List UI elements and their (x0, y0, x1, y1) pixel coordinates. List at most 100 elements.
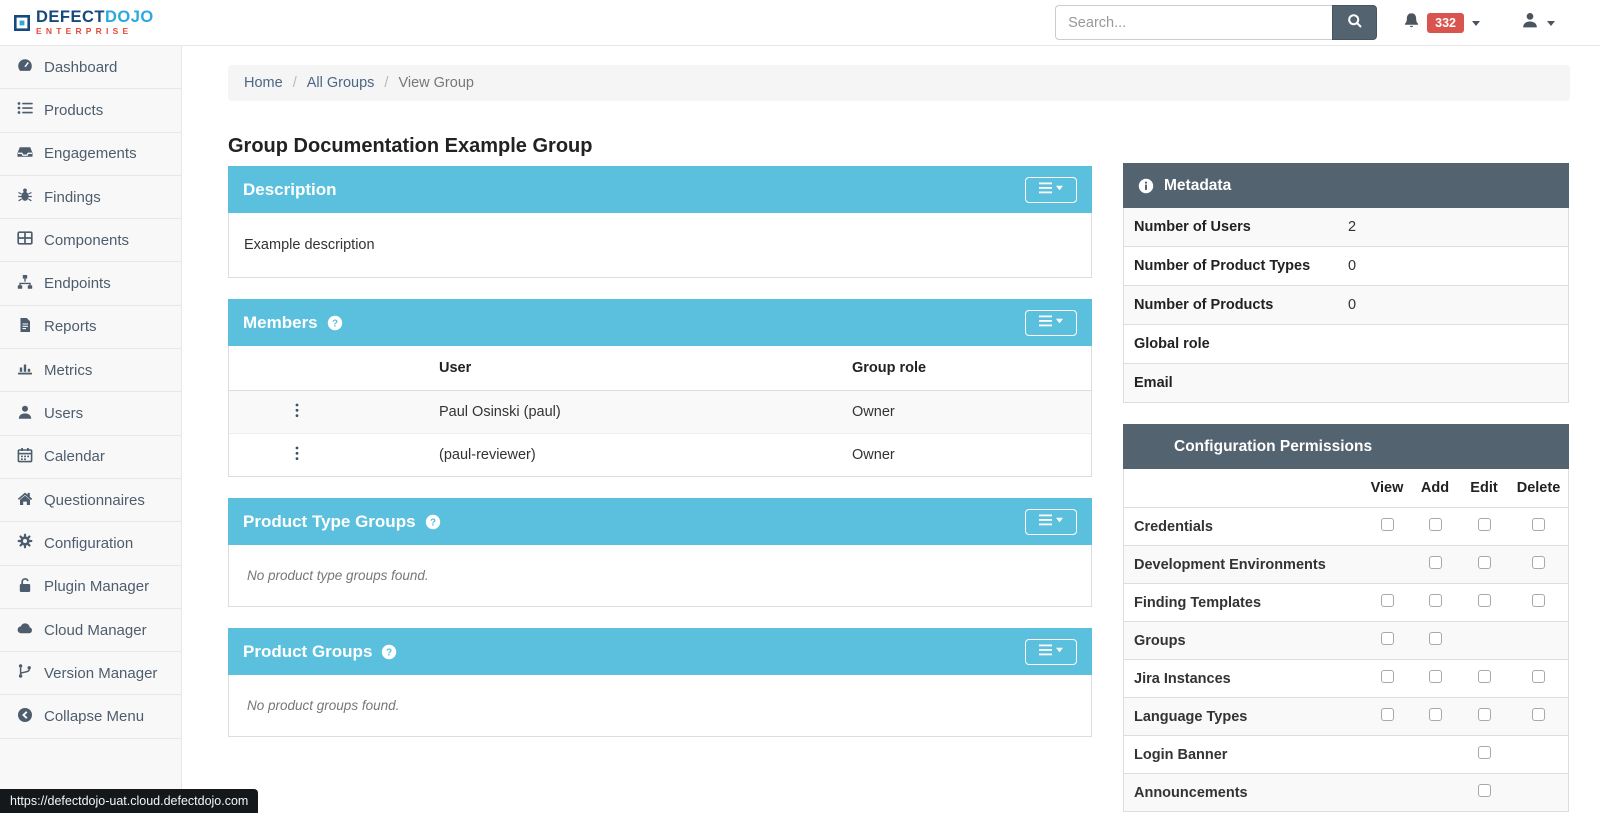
notifications-dropdown[interactable]: 332 (1403, 12, 1481, 34)
description-body: Example description (228, 213, 1092, 278)
table-row: Credentials (1124, 508, 1568, 546)
permission-cell (1363, 622, 1411, 660)
metadata-value (1342, 364, 1568, 403)
permission-cell (1459, 546, 1509, 584)
panel-menu-button[interactable] (1025, 509, 1077, 535)
permission-cell (1509, 622, 1568, 660)
brand-logo[interactable]: DEFECTDOJO ENTERPRISE (14, 10, 154, 36)
metadata-value: 2 (1342, 208, 1568, 247)
top-navbar: DEFECTDOJO ENTERPRISE 332 (0, 0, 1600, 46)
gear-icon (17, 533, 33, 553)
row-actions-menu[interactable] (289, 444, 305, 466)
permission-checkbox[interactable] (1429, 708, 1442, 721)
permission-checkbox[interactable] (1429, 556, 1442, 569)
sidebar-item-cloud-manager[interactable]: Cloud Manager (0, 609, 181, 652)
user-icon (1521, 11, 1539, 34)
sidebar-item-calendar[interactable]: Calendar (0, 436, 181, 479)
breadcrumb-all-groups[interactable]: All Groups (307, 75, 375, 91)
panel-title: Product Groups (243, 642, 372, 662)
permission-cell (1459, 774, 1509, 812)
permission-checkbox[interactable] (1478, 708, 1491, 721)
sidebar-item-engagements[interactable]: Engagements (0, 133, 181, 176)
permission-checkbox[interactable] (1381, 708, 1394, 721)
hamburger-caret-icon (1039, 514, 1064, 529)
permission-checkbox[interactable] (1381, 518, 1394, 531)
member-role: Owner (844, 391, 1091, 434)
user-menu-dropdown[interactable] (1521, 11, 1556, 34)
bell-icon (1403, 12, 1420, 34)
permission-cell (1411, 508, 1459, 546)
permission-cell (1363, 546, 1411, 584)
permission-checkbox[interactable] (1478, 518, 1491, 531)
sidebar-item-configuration[interactable]: Configuration (0, 522, 181, 565)
help-icon[interactable]: ? (327, 315, 343, 331)
panel-title: Members (243, 313, 318, 333)
members-panel: Members ? User (228, 299, 1092, 477)
permission-checkbox[interactable] (1381, 670, 1394, 683)
configuration-permissions-panel: Configuration Permissions View Add Edit (1123, 424, 1569, 812)
panel-menu-button[interactable] (1025, 177, 1077, 203)
sidebar-item-questionnaires[interactable]: Questionnaires (0, 479, 181, 522)
breadcrumb-current: View Group (398, 75, 474, 91)
search-input[interactable] (1055, 5, 1332, 40)
list-icon (17, 100, 33, 120)
permission-checkbox[interactable] (1478, 670, 1491, 683)
permission-checkbox[interactable] (1381, 594, 1394, 607)
permission-checkbox[interactable] (1532, 556, 1545, 569)
permission-checkbox[interactable] (1381, 632, 1394, 645)
permission-cell (1411, 622, 1459, 660)
sidebar-item-version-manager[interactable]: Version Manager (0, 652, 181, 695)
sidebar-item-metrics[interactable]: Metrics (0, 349, 181, 392)
perm-col-view: View (1363, 469, 1411, 508)
permission-cell (1509, 698, 1568, 736)
panel-menu-button[interactable] (1025, 310, 1077, 336)
sidebar-item-products[interactable]: Products (0, 89, 181, 132)
member-user: (paul-reviewer) (364, 434, 844, 477)
permission-checkbox[interactable] (1429, 670, 1442, 683)
file-icon (17, 317, 33, 337)
permission-checkbox[interactable] (1478, 746, 1491, 759)
table-row: Language Types (1124, 698, 1568, 736)
breadcrumb-separator: / (293, 75, 297, 91)
sidebar-item-reports[interactable]: Reports (0, 306, 181, 349)
svg-text:?: ? (386, 647, 392, 658)
permission-cell (1363, 774, 1411, 812)
sidebar-item-components[interactable]: Components (0, 219, 181, 262)
permission-checkbox[interactable] (1478, 556, 1491, 569)
sidebar-item-endpoints[interactable]: Endpoints (0, 262, 181, 305)
sitemap-icon (17, 274, 33, 294)
permission-checkbox[interactable] (1429, 594, 1442, 607)
sidebar-item-dashboard[interactable]: Dashboard (0, 46, 181, 89)
cloud-icon (17, 620, 33, 640)
hamburger-caret-icon (1039, 644, 1064, 659)
panel-menu-button[interactable] (1025, 639, 1077, 665)
sidebar-item-findings[interactable]: Findings (0, 176, 181, 219)
permission-checkbox[interactable] (1532, 518, 1545, 531)
permission-cell (1459, 736, 1509, 774)
members-col-role: Group role (844, 346, 1091, 391)
grid-icon (17, 230, 33, 250)
members-table: User Group role Paul Osinski (paul) Owne… (229, 346, 1091, 476)
panel-title: Metadata (1164, 177, 1231, 195)
permission-cell (1363, 584, 1411, 622)
description-panel: Description Example description (228, 166, 1092, 278)
help-icon[interactable]: ? (425, 514, 441, 530)
permission-checkbox[interactable] (1478, 784, 1491, 797)
table-row: Global role (1124, 325, 1568, 364)
permission-checkbox[interactable] (1532, 670, 1545, 683)
ellipsis-v-icon (295, 403, 299, 421)
permission-checkbox[interactable] (1429, 632, 1442, 645)
row-actions-menu[interactable] (289, 401, 305, 423)
sidebar-item-collapse-menu[interactable]: Collapse Menu (0, 695, 181, 738)
sidebar-item-plugin-manager[interactable]: Plugin Manager (0, 566, 181, 609)
help-icon[interactable]: ? (381, 644, 397, 660)
permission-checkbox[interactable] (1429, 518, 1442, 531)
table-row: Email (1124, 364, 1568, 403)
metadata-value: 0 (1342, 247, 1568, 286)
search-button[interactable] (1332, 5, 1377, 40)
permission-checkbox[interactable] (1478, 594, 1491, 607)
permission-checkbox[interactable] (1532, 594, 1545, 607)
sidebar-item-users[interactable]: Users (0, 392, 181, 435)
breadcrumb-home[interactable]: Home (244, 75, 283, 91)
permission-checkbox[interactable] (1532, 708, 1545, 721)
